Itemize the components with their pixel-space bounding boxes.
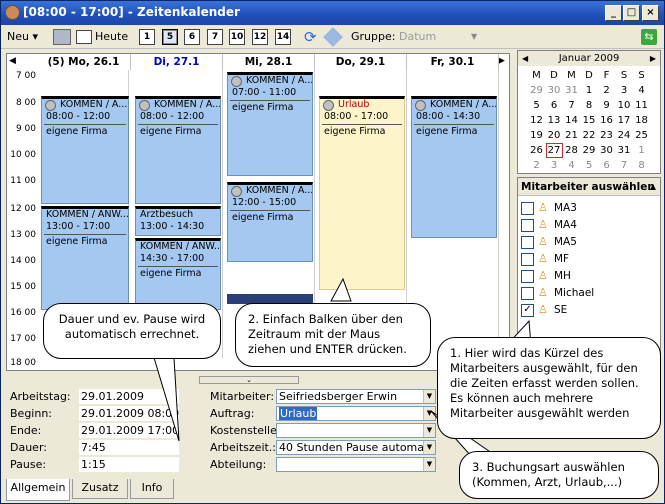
callout-employee: 1. Hier wird das Kürzel des Mitarbeiters… bbox=[437, 337, 661, 439]
app-window: [08:00 - 17:00] - Zeitenkalender _ □ × N… bbox=[0, 0, 665, 504]
callout-booking-type: 3. Buchungsart auswählen (Kommen, Arzt, … bbox=[459, 451, 659, 499]
callout-duration: Dauer und ev. Pause wird automatisch err… bbox=[43, 303, 221, 359]
callout-drag-bar: 2. Einfach Balken über den Zeitraum mit … bbox=[235, 303, 431, 367]
